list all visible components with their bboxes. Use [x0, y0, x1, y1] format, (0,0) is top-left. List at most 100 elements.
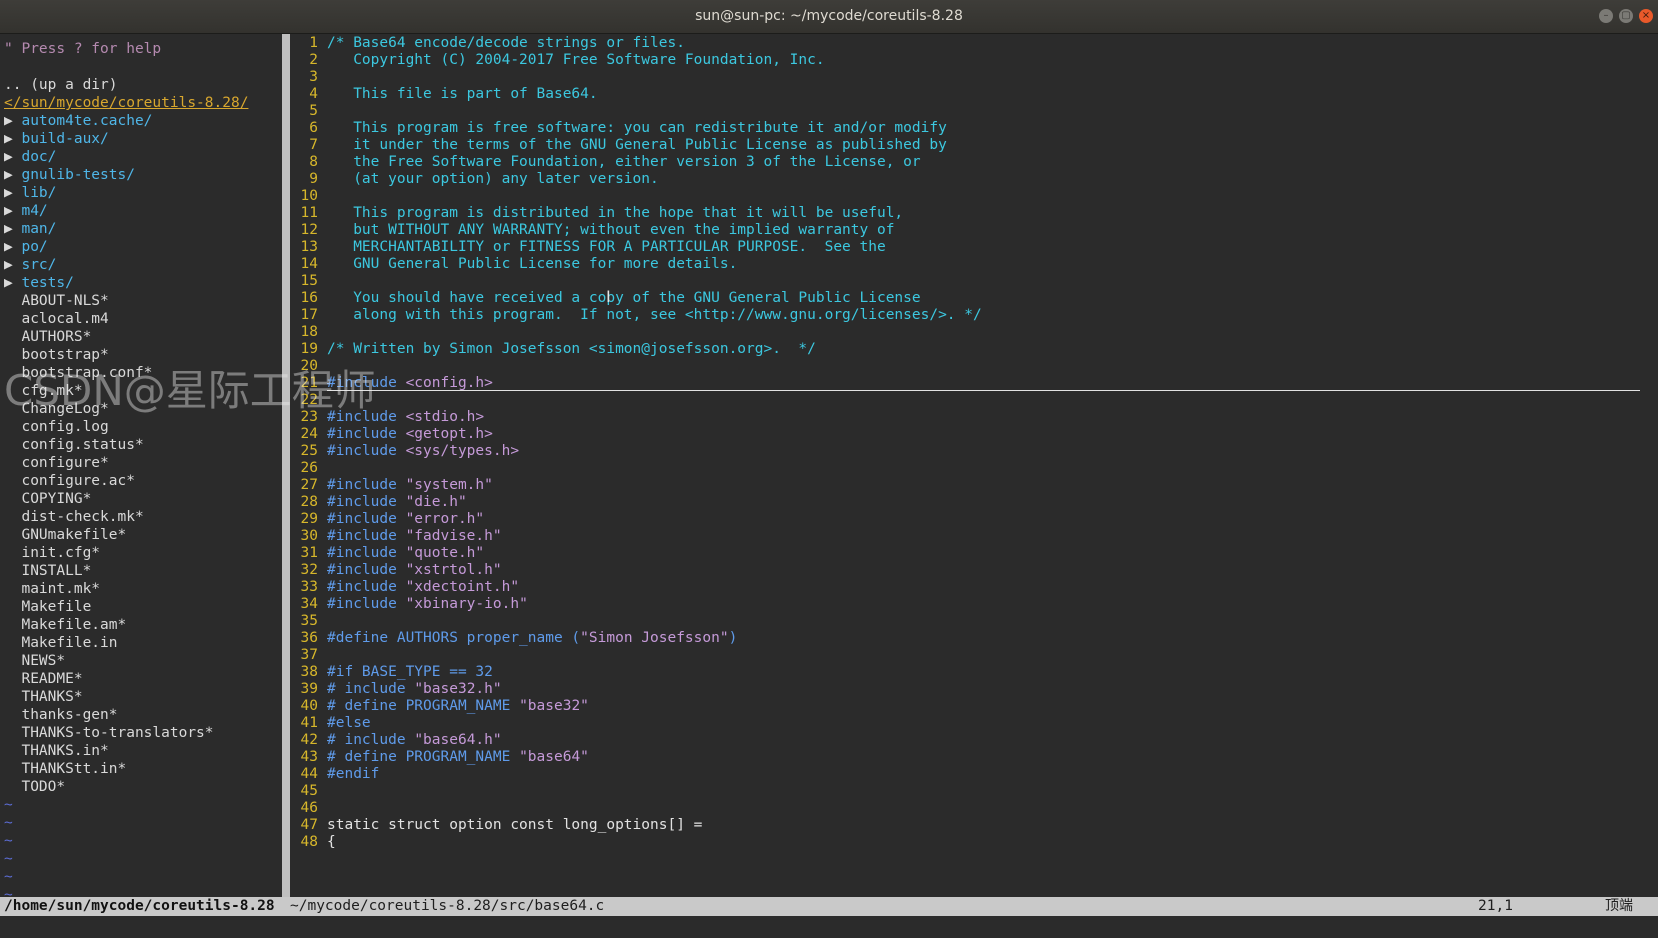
vim-terminal[interactable]: " Press ? for help .. (up a dir) </sun/myc…: [0, 34, 1658, 938]
code-line[interactable]: #endif: [327, 765, 379, 783]
code-line[interactable]: {: [327, 833, 336, 851]
tree-file-item[interactable]: README*: [4, 670, 82, 688]
code-line[interactable]: MERCHANTABILITY or FITNESS FOR A PARTICU…: [327, 238, 886, 256]
tree-file-item[interactable]: init.cfg*: [4, 544, 100, 562]
code-line[interactable]: #include <sys/types.h>: [327, 442, 519, 460]
code-line[interactable]: GNU General Public License for more deta…: [327, 255, 737, 273]
tree-file-item[interactable]: Makefile: [4, 598, 91, 616]
line-number: 39: [300, 681, 318, 697]
tree-file-item[interactable]: THANKStt.in*: [4, 760, 126, 778]
code-token: "Simon Josefsson": [580, 630, 729, 646]
tree-file-item[interactable]: ChangeLog*: [4, 400, 108, 418]
tree-up-dir[interactable]: .. (up a dir): [4, 76, 118, 94]
code-line[interactable]: #if BASE_TYPE == 32: [327, 663, 493, 681]
code-line[interactable]: the Free Software Foundation, either ver…: [327, 153, 921, 171]
tree-file-item[interactable]: ABOUT-NLS*: [4, 292, 108, 310]
tree-file-item[interactable]: COPYING*: [4, 490, 91, 508]
code-line[interactable]: #include <getopt.h>: [327, 425, 493, 443]
code-line[interactable]: #else: [327, 714, 371, 732]
code-line[interactable]: #include <stdio.h>: [327, 408, 484, 426]
tree-file-item[interactable]: NEWS*: [4, 652, 65, 670]
tree-dir-item[interactable]: ▶ doc/: [4, 148, 56, 166]
tree-file-item[interactable]: bootstrap.conf*: [4, 364, 152, 382]
line-number: 16: [300, 290, 318, 306]
code-line[interactable]: # define PROGRAM_NAME "base32": [327, 697, 589, 715]
tree-dir-item[interactable]: ▶ build-aux/: [4, 130, 109, 148]
tree-dir-item[interactable]: ▶ man/: [4, 220, 56, 238]
code-line[interactable]: #include "error.h": [327, 510, 484, 528]
tree-dir-item[interactable]: ▶ src/: [4, 256, 56, 274]
code-line[interactable]: This file is part of Base64.: [327, 85, 597, 103]
maximize-button[interactable]: ▢: [1619, 9, 1633, 23]
code-token: #include: [327, 596, 406, 612]
code-token: <config.h>: [405, 375, 493, 391]
code-line[interactable]: #include "quote.h": [327, 544, 484, 562]
command-line[interactable]: [0, 916, 1658, 938]
tree-root-path[interactable]: </sun/mycode/coreutils-8.28/: [4, 94, 248, 112]
tree-file-item[interactable]: aclocal.m4: [4, 310, 108, 328]
code-line[interactable]: #include "die.h": [327, 493, 467, 511]
code-line[interactable]: #include "xstrtol.h": [327, 561, 502, 579]
tree-file-item[interactable]: TODO*: [4, 778, 65, 796]
line-number: 40: [300, 698, 318, 714]
nerdtree-pane[interactable]: " Press ? for help .. (up a dir) </sun/myc…: [0, 34, 282, 897]
code-line[interactable]: along with this program. If not, see <ht…: [327, 306, 982, 324]
tree-file-item[interactable]: AUTHORS*: [4, 328, 91, 346]
code-token: "xdectoint.h": [405, 579, 520, 595]
tree-file-item[interactable]: GNUmakefile*: [4, 526, 126, 544]
code-token: "xstrtol.h": [405, 562, 502, 578]
code-line[interactable]: /* Written by Simon Josefsson <simon@jos…: [327, 340, 816, 358]
line-number: 27: [300, 477, 318, 493]
tree-file-item[interactable]: Makefile.in: [4, 634, 117, 652]
code-line[interactable]: it under the terms of the GNU General Pu…: [327, 136, 947, 154]
line-number: 31: [300, 545, 318, 561]
tree-file-item[interactable]: dist-check.mk*: [4, 508, 143, 526]
tree-dir-item[interactable]: ▶ autom4te.cache/: [4, 112, 152, 130]
code-line[interactable]: (at your option) any later version.: [327, 170, 659, 188]
tree-file-item[interactable]: THANKS.in*: [4, 742, 108, 760]
tree-dir-item[interactable]: ▶ gnulib-tests/: [4, 166, 135, 184]
code-line[interactable]: #include "fadvise.h": [327, 527, 502, 545]
line-number: 13: [300, 239, 318, 255]
title-bar[interactable]: sun@sun-pc: ~/mycode/coreutils-8.28 – ▢ …: [0, 0, 1658, 34]
code-line[interactable]: #define AUTHORS proper_name ("Simon Jose…: [327, 629, 737, 647]
tree-dir-item[interactable]: ▶ m4/: [4, 202, 48, 220]
code-line[interactable]: This program is free software: you can r…: [327, 119, 947, 137]
tree-file-item[interactable]: config.log: [4, 418, 108, 436]
code-line[interactable]: #include "xdectoint.h": [327, 578, 519, 596]
code-line[interactable]: but WITHOUT ANY WARRANTY; without even t…: [327, 221, 894, 239]
close-button[interactable]: ×: [1639, 9, 1653, 23]
code-line[interactable]: # include "base64.h": [327, 731, 502, 749]
tree-file-item[interactable]: INSTALL*: [4, 562, 91, 580]
code-line[interactable]: static struct option const long_options[…: [327, 816, 702, 834]
tree-dir-item[interactable]: ▶ po/: [4, 238, 48, 256]
code-line[interactable]: Copyright (C) 2004-2017 Free Software Fo…: [327, 51, 825, 69]
line-number: 42: [300, 732, 318, 748]
code-token: Copyright (C) 2004-2017 Free Software Fo…: [327, 52, 825, 68]
mouse-ibeam-icon: I: [606, 287, 611, 306]
minimize-button[interactable]: –: [1599, 9, 1613, 23]
tree-file-item[interactable]: bootstrap*: [4, 346, 108, 364]
tree-file-item[interactable]: configure.ac*: [4, 472, 135, 490]
code-token: #else: [327, 715, 371, 731]
tree-dir-item[interactable]: ▶ tests/: [4, 274, 74, 292]
tree-file-item[interactable]: maint.mk*: [4, 580, 100, 598]
tree-file-item[interactable]: configure*: [4, 454, 108, 472]
code-line[interactable]: /* Base64 encode/decode strings or files…: [327, 34, 685, 52]
tree-dir-item[interactable]: ▶ lib/: [4, 184, 56, 202]
tree-file-item[interactable]: thanks-gen*: [4, 706, 117, 724]
tree-file-item[interactable]: config.status*: [4, 436, 143, 454]
code-line[interactable]: This program is distributed in the hope …: [327, 204, 903, 222]
code-line[interactable]: #include "system.h": [327, 476, 493, 494]
code-line[interactable]: # include "base32.h": [327, 680, 502, 698]
code-line[interactable]: #include "xbinary-io.h": [327, 595, 528, 613]
code-line[interactable]: # define PROGRAM_NAME "base64": [327, 748, 589, 766]
tree-file-item[interactable]: THANKS*: [4, 688, 82, 706]
tree-file-item[interactable]: cfg.mk*: [4, 382, 82, 400]
code-token: the Free Software Foundation, either ver…: [327, 154, 921, 170]
tree-file-item[interactable]: Makefile.am*: [4, 616, 126, 634]
editor-pane[interactable]: 1 /* Base64 encode/decode strings or file…: [290, 34, 1658, 897]
code-line[interactable]: You should have received a copy of the G…: [327, 289, 920, 307]
vertical-split-bar[interactable]: [282, 34, 290, 897]
tree-file-item[interactable]: THANKS-to-translators*: [4, 724, 213, 742]
